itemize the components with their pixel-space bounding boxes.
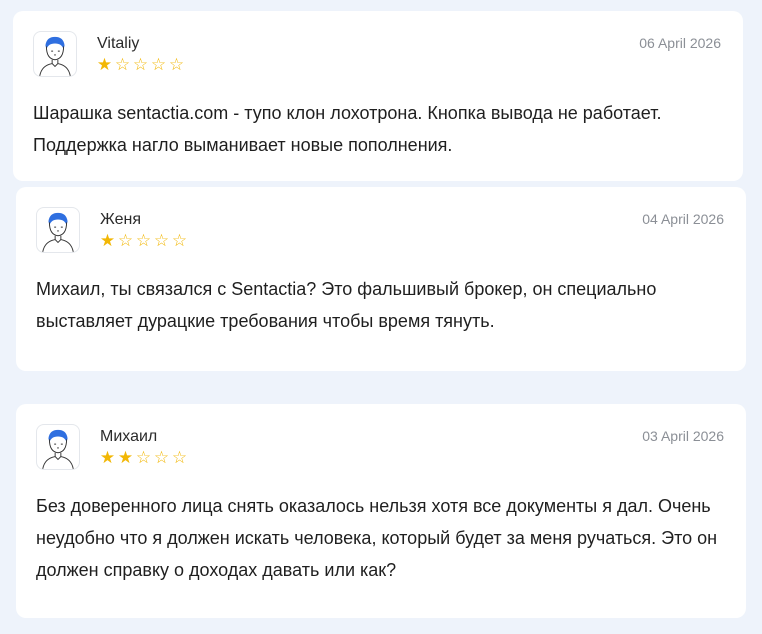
- star-rating: ★ ☆ ☆ ☆ ☆: [96, 55, 186, 75]
- star-empty-icon: ☆: [114, 55, 132, 74]
- reviewer-name: Михаил: [100, 428, 158, 445]
- star-empty-icon: ☆: [150, 55, 168, 74]
- review-text: Шарашка sentactia.com - тупо клон лохотр…: [33, 103, 662, 155]
- star-filled-icon: ★: [99, 231, 117, 250]
- review-date: 03 April 2026: [642, 428, 724, 444]
- star-empty-icon: ☆: [168, 55, 186, 74]
- review-text: Без доверенного лица снять оказалось нел…: [36, 496, 718, 580]
- user-avatar-icon: [36, 424, 80, 470]
- review-card: Михаил 03 April 2026 ★ ★ ☆ ☆ ☆ Без доверенно…: [16, 404, 746, 618]
- user-avatar-icon: [33, 31, 77, 77]
- star-rating: ★ ★ ☆ ☆ ☆: [99, 448, 189, 468]
- star-empty-icon: ☆: [171, 448, 189, 467]
- star-filled-icon: ★: [117, 448, 135, 467]
- star-empty-icon: ☆: [135, 448, 153, 467]
- review-card: Женя 04 April 2026 ★ ☆ ☆ ☆ ☆ Михаил, ты связ…: [16, 187, 746, 371]
- review-date: 04 April 2026: [642, 211, 724, 227]
- reviewer-name: Vitaliy: [97, 35, 140, 52]
- star-empty-icon: ☆: [132, 55, 150, 74]
- star-filled-icon: ★: [96, 55, 114, 74]
- review-date: 06 April 2026: [639, 35, 721, 51]
- star-empty-icon: ☆: [153, 448, 171, 467]
- review-text: Михаил, ты связался с Sentactia? Это фал…: [36, 279, 657, 331]
- reviewer-name: Женя: [100, 211, 141, 228]
- star-empty-icon: ☆: [135, 231, 153, 250]
- user-avatar-icon: [36, 207, 80, 253]
- review-card: Vitaliy 06 April 2026 ★ ☆ ☆ ☆ ☆ Шарашка sent…: [13, 11, 743, 181]
- star-empty-icon: ☆: [117, 231, 135, 250]
- star-empty-icon: ☆: [171, 231, 189, 250]
- star-rating: ★ ☆ ☆ ☆ ☆: [99, 231, 189, 251]
- star-filled-icon: ★: [99, 448, 117, 467]
- star-empty-icon: ☆: [153, 231, 171, 250]
